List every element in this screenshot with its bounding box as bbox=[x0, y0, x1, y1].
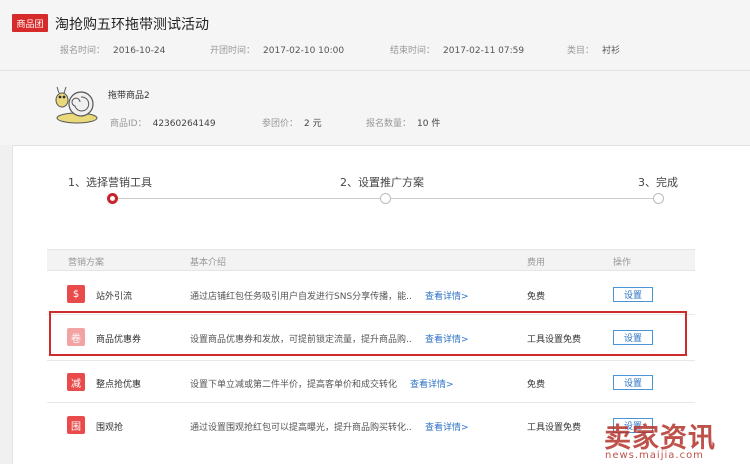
step-connector-1 bbox=[118, 198, 381, 199]
tool-name: 整点抢优惠 bbox=[96, 380, 142, 390]
tool-name: 围观抢 bbox=[96, 423, 124, 433]
category-label: 类目： bbox=[567, 46, 595, 56]
view-details-link[interactable]: 查看详情> bbox=[425, 420, 469, 433]
product-name[interactable]: 拖带商品2 bbox=[108, 88, 150, 101]
apply-time-value: 2016-10-24 bbox=[113, 46, 166, 56]
apply-time: 报名时间： 2016-10-24 bbox=[60, 43, 165, 56]
end-time-value: 2017-02-11 07:59 bbox=[443, 46, 525, 56]
start-time: 开团时间： 2017-02-10 10:00 bbox=[210, 43, 344, 56]
column-header-action: 操作 bbox=[613, 258, 632, 268]
column-header-plan: 营销方案 bbox=[68, 258, 105, 268]
step-3-label: 3、完成 bbox=[638, 176, 678, 189]
tool-fee: 免费 bbox=[527, 380, 546, 390]
apply-time-label: 报名时间： bbox=[60, 46, 106, 56]
start-time-label: 开团时间： bbox=[210, 46, 256, 56]
product-id: 商品ID： 42360264149 bbox=[110, 116, 216, 129]
row-divider bbox=[47, 360, 695, 361]
highlight-box bbox=[49, 311, 687, 356]
product-price: 参团价： 2 元 bbox=[262, 116, 322, 129]
product-id-label: 商品ID： bbox=[110, 119, 147, 129]
product-price-value: 2 元 bbox=[304, 119, 322, 129]
set-button[interactable]: 设置 bbox=[613, 375, 653, 390]
view-details-link[interactable]: 查看详情> bbox=[425, 289, 469, 302]
step-1-dot bbox=[107, 193, 118, 204]
step-3-dot bbox=[653, 193, 664, 204]
product-quantity-label: 报名数量： bbox=[366, 119, 412, 129]
tool-fee: 工具设置免费 bbox=[527, 423, 582, 433]
step-connector-2 bbox=[391, 198, 653, 199]
end-time: 结束时间： 2017-02-11 07:59 bbox=[390, 43, 524, 56]
view-details-link[interactable]: 查看详情> bbox=[410, 377, 454, 390]
divider bbox=[0, 70, 750, 71]
product-id-value: 42360264149 bbox=[152, 119, 216, 129]
product-image-snail[interactable] bbox=[53, 84, 99, 126]
campaign-title: 淘抢购五环拖带测试活动 bbox=[55, 17, 209, 33]
watermark-url: news.maijia.com bbox=[605, 450, 704, 461]
step-1-label: 1、选择营销工具 bbox=[68, 176, 152, 189]
start-time-value: 2017-02-10 10:00 bbox=[263, 46, 345, 56]
product-quantity: 报名数量： 10 件 bbox=[366, 116, 440, 129]
row-divider bbox=[47, 402, 695, 403]
activity-type-badge: 商品团 bbox=[12, 14, 48, 32]
set-button[interactable]: 设置 bbox=[613, 287, 653, 302]
product-quantity-value: 10 件 bbox=[417, 119, 441, 129]
tool-description: 通过设置围观抢红包可以提高曝光，提升商品购买转化.. bbox=[190, 423, 412, 433]
discount-icon: 减 bbox=[67, 373, 85, 391]
tool-fee: 免费 bbox=[527, 292, 546, 302]
tool-name: 站外引流 bbox=[96, 292, 133, 302]
grab-icon: 围 bbox=[67, 416, 85, 434]
column-header-intro: 基本介绍 bbox=[190, 258, 227, 268]
product-price-label: 参团价： bbox=[262, 119, 299, 129]
step-2-dot bbox=[380, 193, 391, 204]
table-header bbox=[47, 249, 695, 271]
column-header-fee: 费用 bbox=[527, 258, 546, 268]
tool-description: 设置下单立减或第二件半价，提高客单价和成交转化 bbox=[190, 380, 398, 390]
category: 类目： 衬衫 bbox=[567, 43, 620, 56]
money-bag-icon: $ bbox=[67, 285, 85, 303]
tool-description: 通过店铺红包任务吸引用户自发进行SNS分享传播，能.. bbox=[190, 292, 412, 302]
step-2-label: 2、设置推广方案 bbox=[340, 176, 424, 189]
end-time-label: 结束时间： bbox=[390, 46, 436, 56]
category-value: 衬衫 bbox=[602, 46, 621, 56]
